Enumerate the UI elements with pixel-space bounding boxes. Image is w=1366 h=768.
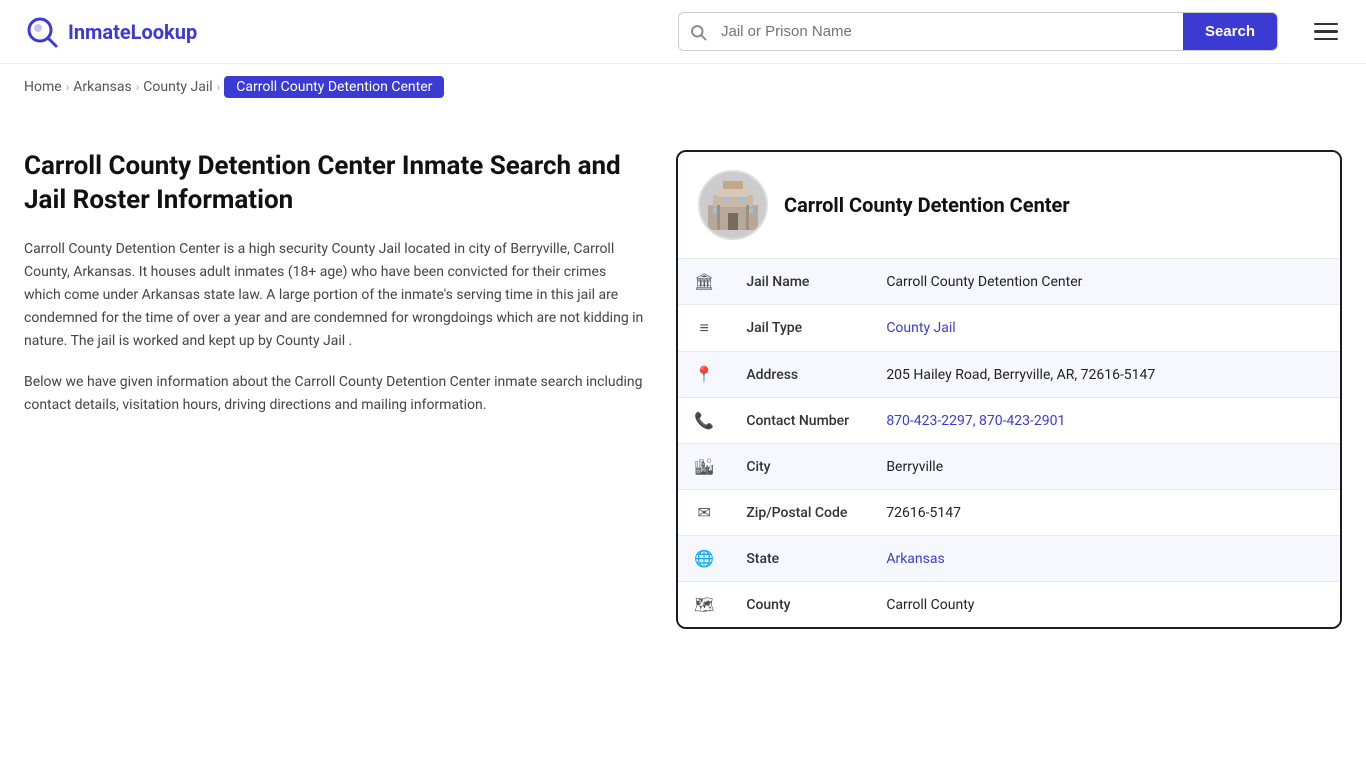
breadcrumb-chevron-1: › xyxy=(66,80,70,94)
search-button[interactable]: Search xyxy=(1183,13,1277,50)
table-row: 📞Contact Number 870-423-2297, 870-423-290… xyxy=(678,398,1340,444)
hamburger-menu[interactable] xyxy=(1310,19,1342,45)
breadcrumb-active: Carroll County Detention Center xyxy=(224,76,444,98)
right-panel: Carroll County Detention Center 🏛Jail Na… xyxy=(676,150,1342,629)
row-value[interactable]: Arkansas xyxy=(870,536,1340,582)
info-table: 🏛Jail NameCarroll County Detention Cente… xyxy=(678,258,1340,627)
table-row: 🌐State Arkansas xyxy=(678,536,1340,582)
row-icon: ≡ xyxy=(678,305,730,352)
breadcrumb-chevron-2: › xyxy=(136,80,140,94)
row-value: Carroll County xyxy=(870,582,1340,628)
table-row: 📍Address205 Hailey Road, Berryville, AR,… xyxy=(678,352,1340,398)
row-icon: 📍 xyxy=(678,352,730,398)
left-panel: Carroll County Detention Center Inmate S… xyxy=(24,150,644,435)
jail-building-icon xyxy=(703,175,763,235)
search-input[interactable] xyxy=(717,13,1183,50)
row-icon: 🏛 xyxy=(678,259,730,305)
table-row: 🏙CityBerryville xyxy=(678,444,1340,490)
row-value[interactable]: 870-423-2297, 870-423-2901 xyxy=(870,398,1340,444)
row-icon: 🌐 xyxy=(678,536,730,582)
table-row: ✉Zip/Postal Code72616-5147 xyxy=(678,490,1340,536)
info-card-header: Carroll County Detention Center xyxy=(678,152,1340,258)
row-label: City xyxy=(730,444,870,490)
row-label: State xyxy=(730,536,870,582)
row-icon: 📞 xyxy=(678,398,730,444)
table-row: 🗺CountyCarroll County xyxy=(678,582,1340,628)
table-row: 🏛Jail NameCarroll County Detention Cente… xyxy=(678,259,1340,305)
row-value: 205 Hailey Road, Berryville, AR, 72616-5… xyxy=(870,352,1340,398)
row-value: 72616-5147 xyxy=(870,490,1340,536)
row-label: Address xyxy=(730,352,870,398)
hamburger-line-1 xyxy=(1314,23,1338,26)
description-2: Below we have given information about th… xyxy=(24,371,644,417)
header: InmateLookup Search xyxy=(0,0,1366,64)
breadcrumb-arkansas[interactable]: Arkansas xyxy=(73,79,131,95)
row-label: Jail Name xyxy=(730,259,870,305)
hamburger-line-2 xyxy=(1314,30,1338,33)
page-title: Carroll County Detention Center Inmate S… xyxy=(24,150,644,218)
logo-icon xyxy=(24,14,60,50)
row-value: Carroll County Detention Center xyxy=(870,259,1340,305)
info-card-title: Carroll County Detention Center xyxy=(784,193,1070,217)
description-1: Carroll County Detention Center is a hig… xyxy=(24,238,644,353)
row-label: Zip/Postal Code xyxy=(730,490,870,536)
logo[interactable]: InmateLookup xyxy=(24,14,197,50)
row-value: Berryville xyxy=(870,444,1340,490)
jail-avatar xyxy=(698,170,768,240)
row-icon: 🗺 xyxy=(678,582,730,628)
search-bar: Search xyxy=(678,12,1278,51)
row-link[interactable]: Arkansas xyxy=(886,551,944,567)
breadcrumb-county-jail[interactable]: County Jail xyxy=(143,79,212,95)
row-icon: ✉ xyxy=(678,490,730,536)
breadcrumb-chevron-3: › xyxy=(217,80,221,94)
row-icon: 🏙 xyxy=(678,444,730,490)
row-label: Jail Type xyxy=(730,305,870,352)
search-icon xyxy=(679,23,717,41)
row-link[interactable]: 870-423-2297, 870-423-2901 xyxy=(886,413,1065,429)
main-content: Carroll County Detention Center Inmate S… xyxy=(0,110,1366,653)
breadcrumb-home[interactable]: Home xyxy=(24,79,62,95)
hamburger-line-3 xyxy=(1314,38,1338,41)
breadcrumb: Home › Arkansas › County Jail › Carroll … xyxy=(0,64,1366,110)
row-label: County xyxy=(730,582,870,628)
info-card: Carroll County Detention Center 🏛Jail Na… xyxy=(676,150,1342,629)
row-label: Contact Number xyxy=(730,398,870,444)
row-link[interactable]: County Jail xyxy=(886,320,955,336)
table-row: ≡Jail Type County Jail xyxy=(678,305,1340,352)
logo-text: InmateLookup xyxy=(68,20,197,44)
row-value[interactable]: County Jail xyxy=(870,305,1340,352)
